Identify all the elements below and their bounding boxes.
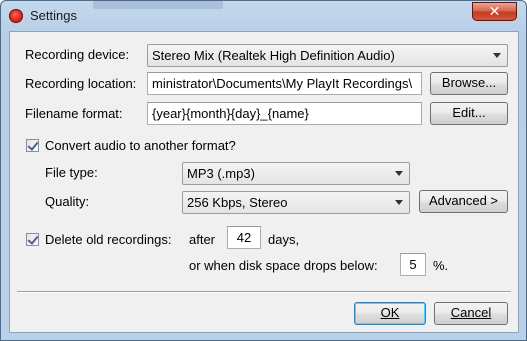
disk-space-label: or when disk space drops below:	[189, 258, 378, 273]
days-label: days,	[268, 232, 300, 247]
advanced-button[interactable]: Advanced >	[419, 190, 508, 213]
recording-location-label: Recording location:	[25, 76, 137, 91]
browse-button-label: Browse...	[441, 75, 497, 90]
edit-button[interactable]: Edit...	[430, 102, 508, 125]
chevron-down-icon	[493, 53, 501, 58]
filename-format-label: Filename format:	[25, 106, 123, 121]
percent-label: %.	[433, 258, 449, 273]
separator	[17, 291, 511, 293]
quality-label: Quality:	[45, 194, 90, 209]
after-label: after	[189, 232, 216, 247]
days-value: 42	[236, 230, 252, 245]
cancel-button[interactable]: Cancel	[434, 302, 508, 325]
quality-value: 256 Kbps, Stereo	[187, 195, 288, 210]
recording-device-dropdown[interactable]: Stereo Mix (Realtek High Definition Audi…	[147, 44, 508, 67]
window-title: Settings	[30, 8, 77, 23]
settings-window: Settings ✕ Recording device: Stereo Mix …	[0, 0, 527, 341]
browse-button[interactable]: Browse...	[430, 72, 508, 95]
file-type-label: File type:	[45, 165, 98, 180]
settings-panel: Recording device: Stereo Mix (Realtek Hi…	[9, 31, 519, 333]
delete-old-checkbox[interactable]	[26, 233, 39, 246]
advanced-button-label: Advanced >	[428, 193, 499, 208]
close-icon: ✕	[488, 3, 501, 19]
file-type-value: MP3 (.mp3)	[187, 166, 255, 181]
quality-dropdown[interactable]: 256 Kbps, Stereo	[182, 191, 410, 214]
filename-format-input[interactable]: {year}{month}{day}_{name}	[147, 102, 422, 125]
days-input[interactable]: 42	[227, 226, 261, 249]
percent-value: 5	[409, 257, 417, 272]
close-button[interactable]: ✕	[472, 2, 517, 21]
ok-button[interactable]: OK	[354, 302, 426, 325]
recording-device-label: Recording device:	[25, 47, 130, 62]
percent-input[interactable]: 5	[400, 253, 426, 276]
chevron-down-icon	[395, 200, 403, 205]
app-record-icon	[9, 9, 23, 23]
file-type-dropdown[interactable]: MP3 (.mp3)	[182, 162, 410, 185]
ok-button-label: OK	[380, 305, 400, 320]
chevron-down-icon	[395, 171, 403, 176]
cancel-button-label: Cancel	[450, 305, 492, 320]
recording-location-input[interactable]: ministrator\Documents\My PlayIt Recordin…	[147, 72, 422, 95]
title-bar[interactable]: Settings ✕	[1, 1, 526, 31]
recording-device-value: Stereo Mix (Realtek High Definition Audi…	[152, 48, 395, 63]
recording-location-value: ministrator\Documents\My PlayIt Recordin…	[152, 76, 413, 91]
convert-audio-label[interactable]: Convert audio to another format?	[45, 138, 236, 153]
edit-button-label: Edit...	[452, 105, 486, 120]
filename-format-value: {year}{month}{day}_{name}	[152, 106, 309, 121]
convert-audio-checkbox[interactable]	[26, 139, 39, 152]
background-window-ghost	[93, 1, 223, 9]
delete-old-label[interactable]: Delete old recordings:	[45, 232, 171, 247]
